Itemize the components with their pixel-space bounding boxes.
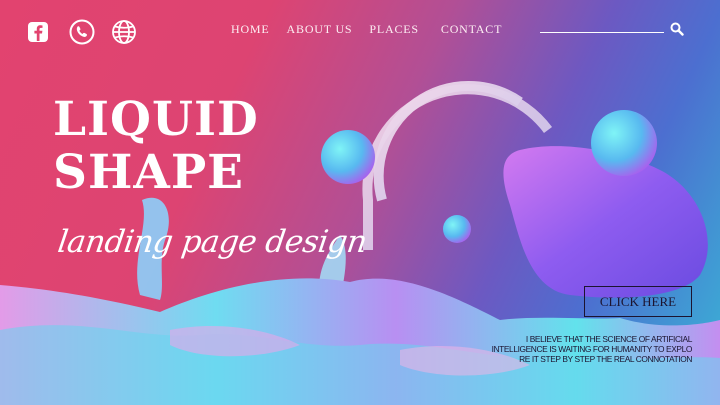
facebook-icon — [28, 22, 48, 42]
hero-title-line1: LIQUID — [53, 92, 259, 147]
quote-line-3: RE IT STEP BY STEP THE REAL CONNOTATION — [519, 354, 692, 364]
click-here-button[interactable]: CLICK HERE — [584, 286, 692, 317]
nav-home[interactable]: HOME — [231, 22, 270, 37]
top-navigation: HOME ABOUT US PLACES CONTACT — [231, 22, 519, 37]
search-button[interactable] — [670, 22, 684, 36]
hero-subtitle: landing page design — [55, 224, 370, 260]
facebook-link[interactable] — [27, 19, 49, 45]
nav-contact[interactable]: CONTACT — [441, 22, 502, 37]
nav-about-us[interactable]: ABOUT US — [287, 22, 353, 37]
hero-quote: I BELIEVE THAT THE SCIENCE OF ARTIFICIAL… — [442, 334, 693, 364]
hero-title: LIQUID SHAPE — [53, 93, 259, 199]
phone-icon — [69, 19, 95, 45]
phone-link[interactable] — [69, 19, 95, 45]
website-link[interactable] — [111, 19, 137, 45]
quote-line-2: INTELLIGENCE IS WAITING FOR HUMANITY TO … — [491, 344, 693, 354]
search-input[interactable] — [540, 32, 664, 33]
search-icon — [670, 22, 684, 36]
quote-line-1: I BELIEVE THAT THE SCIENCE OF ARTIFICIAL — [525, 334, 693, 344]
globe-icon — [112, 20, 136, 44]
hero-title-line2: SHAPE — [53, 145, 244, 200]
nav-places[interactable]: PLACES — [369, 22, 418, 37]
